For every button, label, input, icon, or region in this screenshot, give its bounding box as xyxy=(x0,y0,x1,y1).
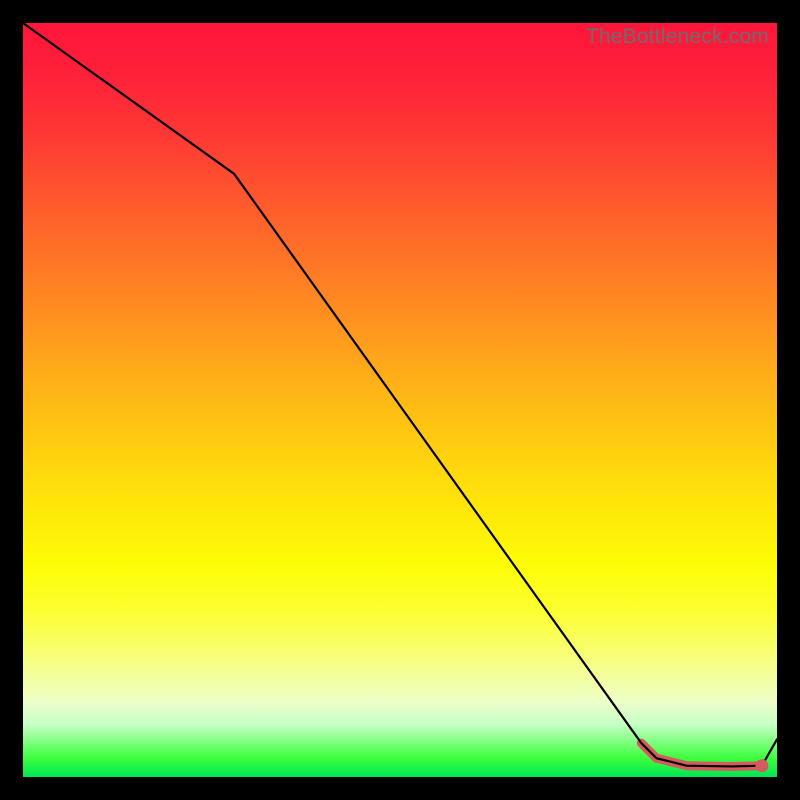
bottleneck-curve-line xyxy=(23,23,777,766)
chart-svg xyxy=(23,23,777,777)
plot-area: TheBottleneck.com xyxy=(23,23,777,777)
marker-dot xyxy=(755,759,768,772)
chart-frame: TheBottleneck.com xyxy=(0,0,800,800)
optimal-range-highlight xyxy=(641,743,762,766)
